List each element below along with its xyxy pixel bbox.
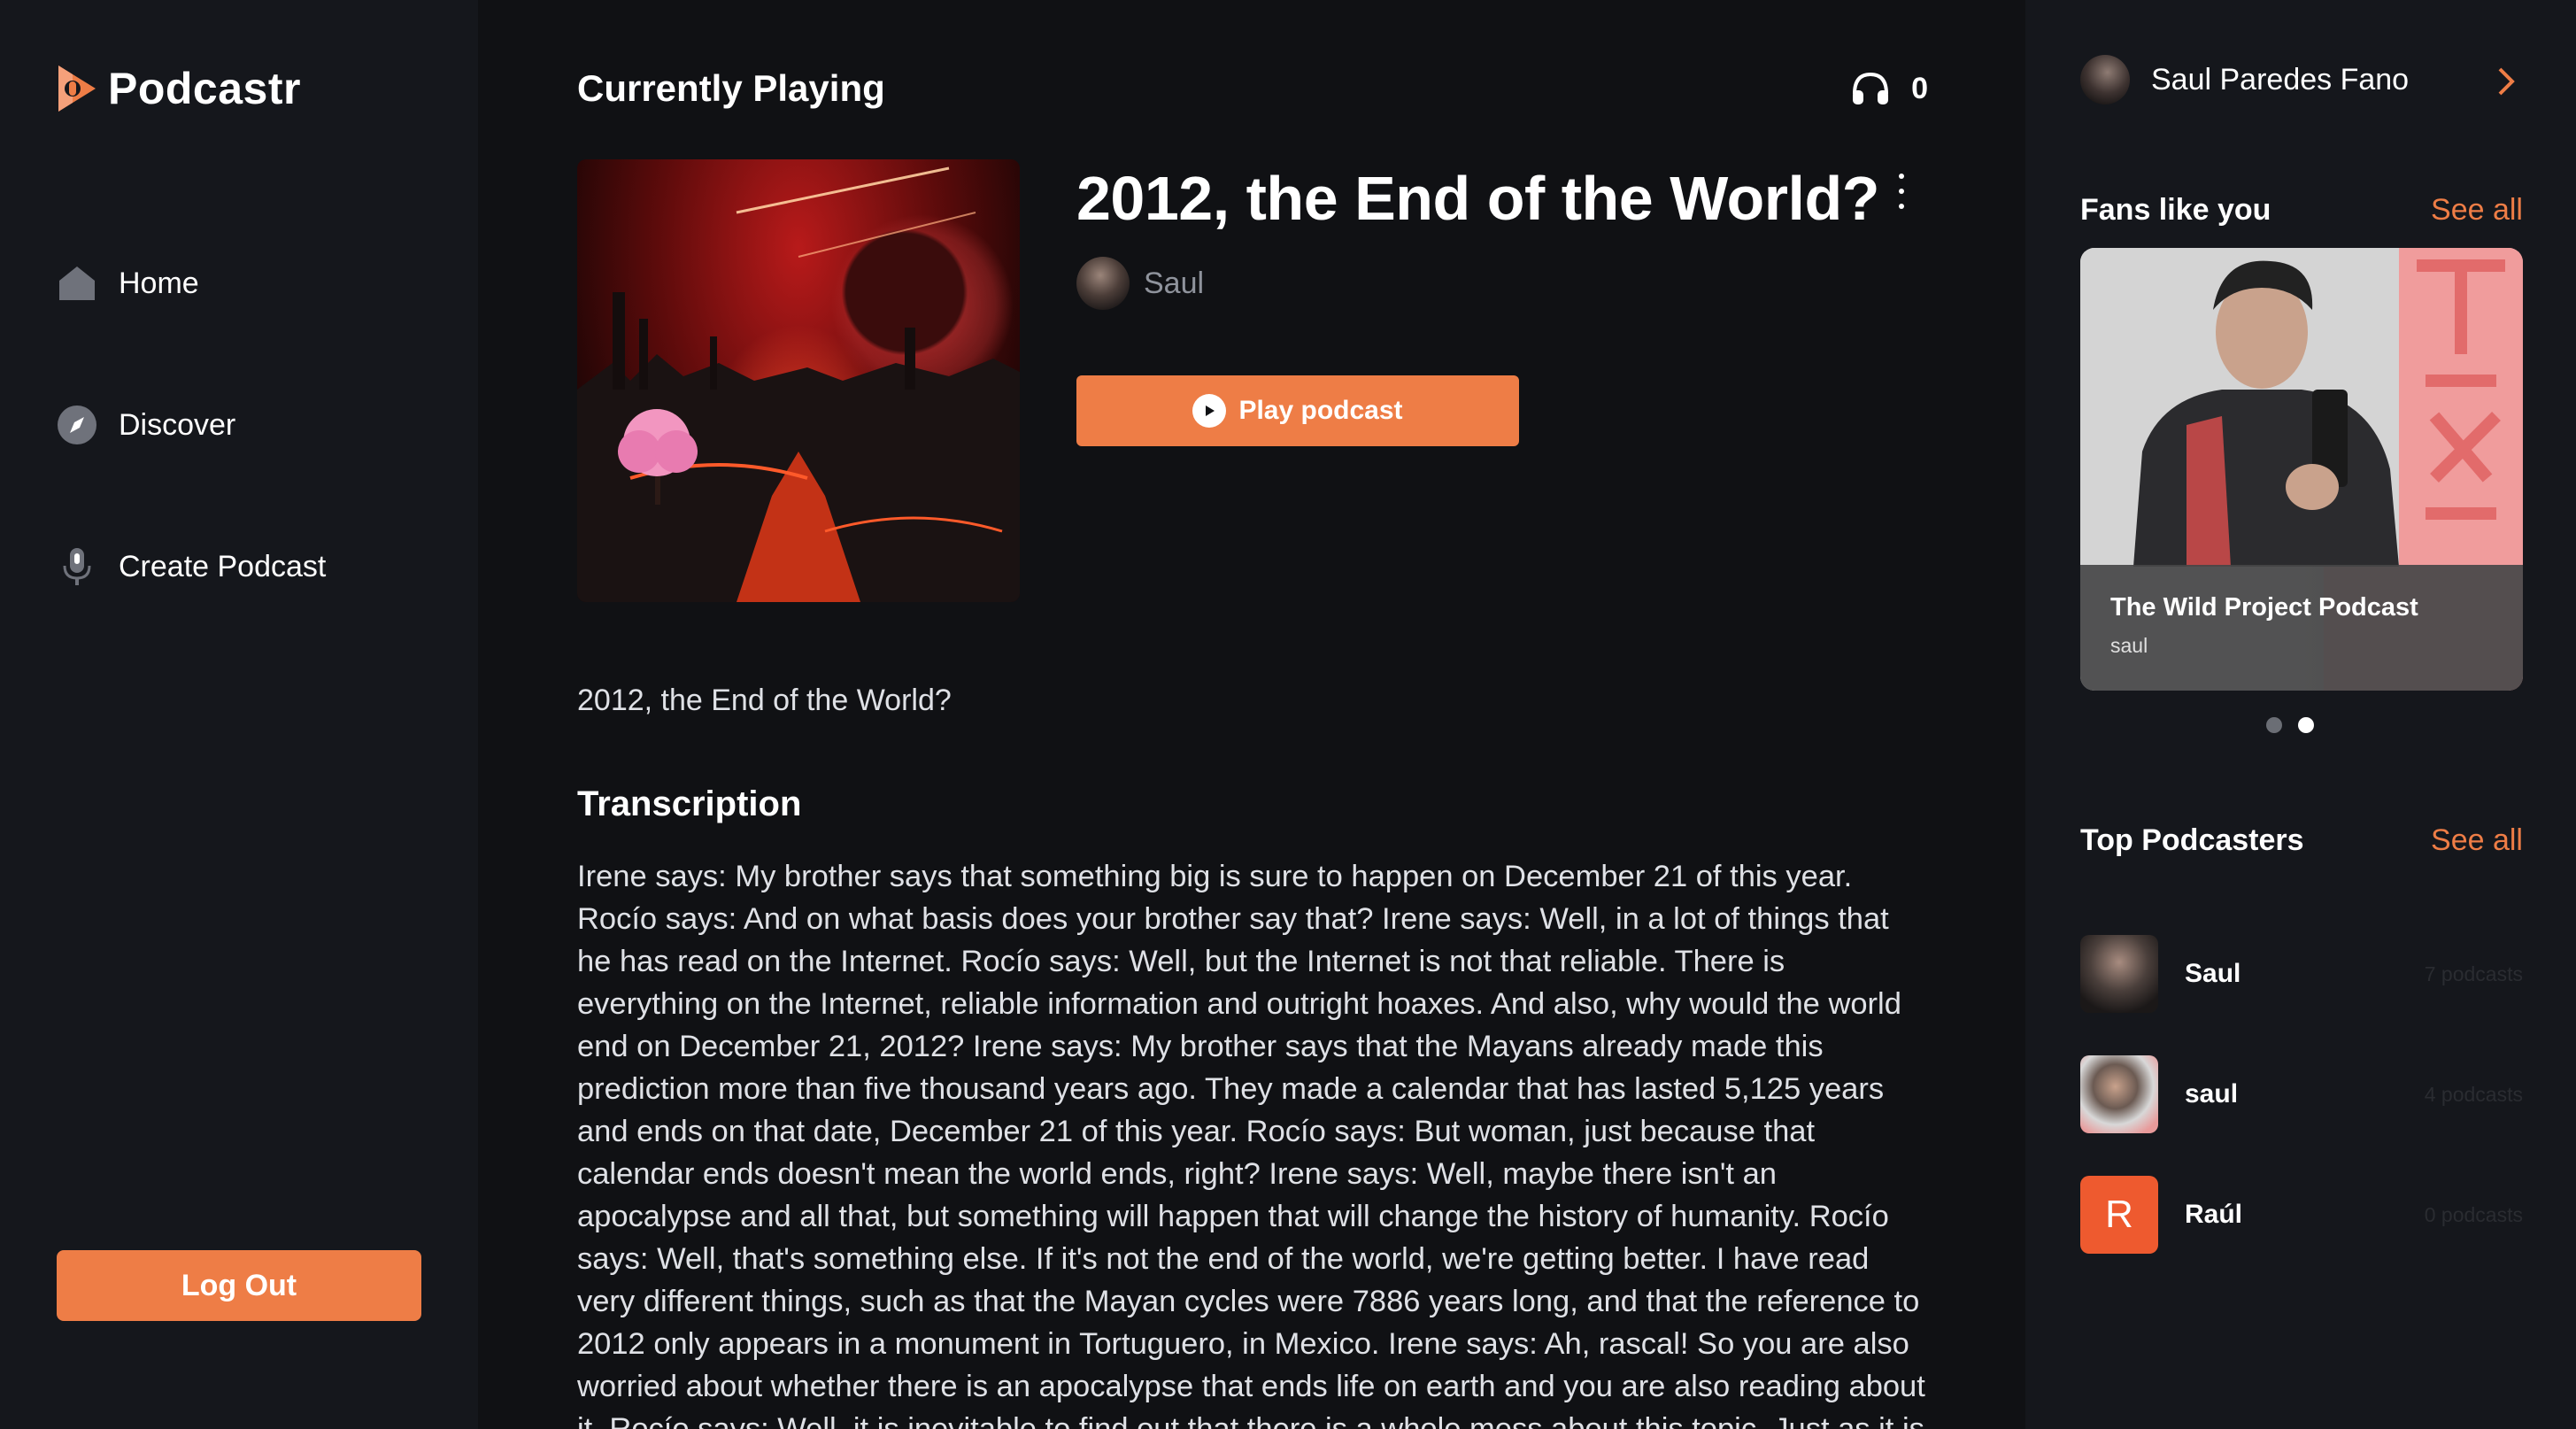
avatar bbox=[2080, 935, 2158, 1013]
podcaster-count: 7 podcasts bbox=[2424, 962, 2523, 985]
play-podcast-button[interactable]: Play podcast bbox=[1076, 375, 1519, 446]
carousel-dot-active[interactable] bbox=[2298, 717, 2314, 733]
logout-button[interactable]: Log Out bbox=[57, 1250, 421, 1321]
podcast-author[interactable]: Saul bbox=[1076, 257, 1204, 310]
more-options-icon[interactable] bbox=[1891, 174, 1912, 209]
home-icon bbox=[57, 263, 97, 304]
podcaster-count: 0 podcasts bbox=[2424, 1202, 2523, 1226]
avatar bbox=[2080, 1055, 2158, 1133]
user-name: Saul Paredes Fano bbox=[2151, 62, 2410, 97]
podcaster-name: Raúl bbox=[2185, 1200, 2243, 1229]
nav-item-create-podcast[interactable]: Create Podcast bbox=[57, 540, 326, 593]
fan-card-author: saul bbox=[2110, 634, 2148, 657]
nav-item-home[interactable]: Home bbox=[57, 257, 326, 310]
avatar bbox=[2080, 55, 2130, 104]
headphones-icon bbox=[1853, 72, 1889, 104]
main-content: Currently Playing 0 2012, the End of the… bbox=[478, 0, 2025, 1429]
top-podcasters-heading: Top Podcasters bbox=[2080, 823, 2304, 857]
right-sidebar: Saul Paredes Fano Fans like you See all … bbox=[2025, 0, 2576, 1429]
fans-see-all-link[interactable]: See all bbox=[2431, 193, 2523, 228]
left-sidebar: Podcastr Home Discover Create Podcast Lo… bbox=[0, 0, 478, 1429]
fan-podcast-image bbox=[2080, 248, 2523, 567]
podcaster-row[interactable]: saul 4 podcasts bbox=[2080, 1054, 2523, 1134]
carousel-dots bbox=[2266, 717, 2314, 733]
nav-label: Home bbox=[119, 266, 199, 300]
avatar-initial: R bbox=[2080, 1176, 2158, 1254]
nav-label: Discover bbox=[119, 407, 236, 442]
podcaster-row[interactable]: Saul 7 podcasts bbox=[2080, 934, 2523, 1014]
app-name: Podcastr bbox=[108, 64, 301, 113]
logo[interactable]: Podcastr bbox=[53, 62, 301, 115]
chevron-right-icon[interactable] bbox=[2493, 66, 2519, 97]
podcaster-name: Saul bbox=[2185, 959, 2241, 988]
avatar bbox=[1076, 257, 1130, 310]
fan-podcast-card[interactable]: The Wild Project Podcast saul bbox=[2080, 248, 2523, 691]
podcastr-logo-icon bbox=[58, 66, 96, 112]
podcast-title: 2012, the End of the World? bbox=[1076, 164, 1879, 233]
main-nav: Home Discover Create Podcast bbox=[57, 257, 326, 682]
play-icon bbox=[1192, 394, 1227, 428]
listeners-counter: 0 bbox=[1851, 71, 1928, 106]
main-header: Currently Playing 0 bbox=[577, 67, 1928, 110]
podcast-description: 2012, the End of the World? bbox=[577, 684, 952, 717]
user-profile-link[interactable]: Saul Paredes Fano bbox=[2080, 55, 2409, 104]
fan-card-overlay bbox=[2080, 565, 2523, 691]
microphone-icon bbox=[57, 546, 97, 587]
nav-label: Create Podcast bbox=[119, 549, 327, 583]
author-name: Saul bbox=[1144, 266, 1205, 300]
top-podcasters-see-all-link[interactable]: See all bbox=[2431, 823, 2523, 858]
play-podcast-label: Play podcast bbox=[1238, 396, 1403, 425]
app-shell: Podcastr Home Discover Create Podcast Lo… bbox=[0, 0, 2576, 1429]
compass-icon bbox=[57, 405, 97, 445]
page-title: Currently Playing bbox=[577, 67, 885, 109]
podcaster-count: 4 podcasts bbox=[2424, 1082, 2523, 1106]
top-podcasters-header: Top Podcasters See all bbox=[2080, 823, 2523, 858]
podcast-cover-image bbox=[577, 159, 1020, 602]
fan-card-title: The Wild Project Podcast bbox=[2110, 593, 2418, 622]
fans-heading: Fans like you bbox=[2080, 193, 2271, 227]
listeners-count: 0 bbox=[1911, 71, 1928, 105]
nav-item-discover[interactable]: Discover bbox=[57, 398, 326, 452]
podcaster-name: saul bbox=[2185, 1079, 2239, 1108]
podcaster-row[interactable]: R Raúl 0 podcasts bbox=[2080, 1175, 2523, 1255]
transcription-text: Irene says: My brother says that somethi… bbox=[577, 860, 1925, 1429]
transcription-heading: Transcription bbox=[577, 784, 802, 823]
fans-header: Fans like you See all bbox=[2080, 193, 2523, 228]
carousel-dot[interactable] bbox=[2266, 717, 2282, 733]
